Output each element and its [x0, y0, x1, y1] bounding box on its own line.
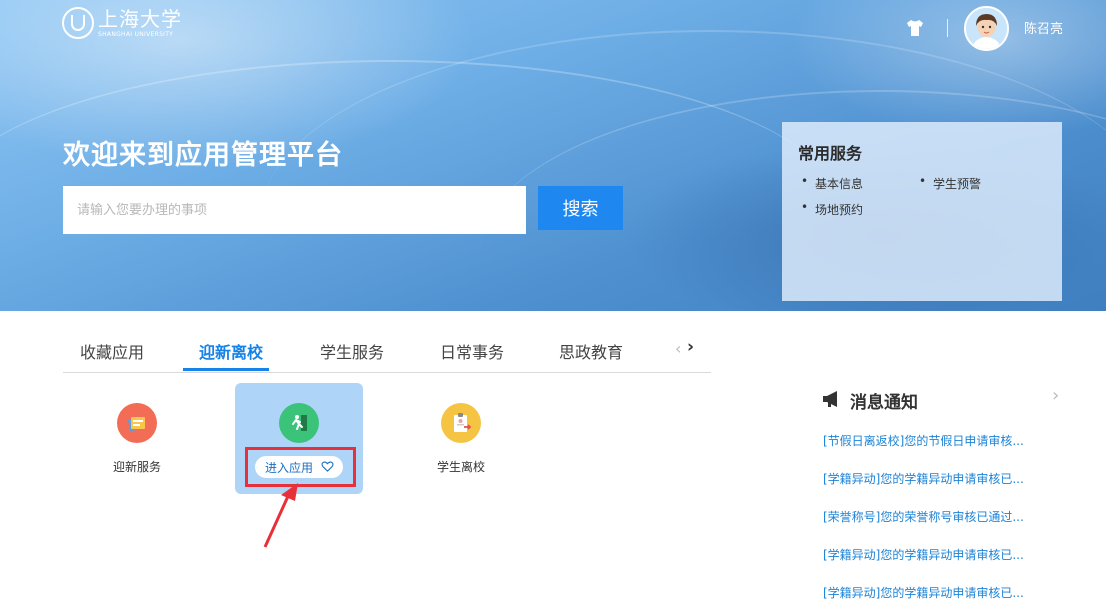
shirt-icon[interactable]	[905, 18, 925, 38]
avatar[interactable]	[964, 6, 1009, 51]
clipboard-exit-icon	[441, 403, 481, 443]
search-button[interactable]: 搜索	[538, 186, 623, 230]
news-item[interactable]: [学籍异动]您的学籍异动申请审核已...	[823, 470, 1063, 487]
category-tabs: 收藏应用 迎新离校 学生服务 日常事务 思政教育 ‹ ›	[63, 330, 711, 373]
app-student-departure[interactable]: 学生离校	[397, 383, 525, 494]
app-enrollment-service[interactable]: 迎新服务	[73, 383, 201, 494]
header-divider	[947, 19, 948, 37]
tab-ideological-education[interactable]: 思政教育	[559, 339, 623, 363]
university-emblem-icon	[62, 7, 94, 39]
news-item[interactable]: [节假日离返校]您的节假日申请审核...	[823, 432, 1063, 449]
tabs-next-icon[interactable]: ›	[687, 337, 694, 357]
news-more-icon[interactable]: ›	[1052, 385, 1059, 406]
running-exit-icon	[279, 403, 319, 443]
page-title: 欢迎来到应用管理平台	[63, 140, 343, 171]
user-avatar-icon	[966, 8, 1007, 49]
megaphone-icon	[823, 391, 837, 407]
hero-banner: 上海大学 SHANGHAI UNIVERSITY 陈召亮 欢迎来到应用管理平台 …	[0, 0, 1106, 311]
app-label: 迎新服务	[112, 460, 161, 474]
common-service-student-warning[interactable]: 学生预警	[919, 174, 981, 192]
news-item[interactable]: [学籍异动]您的学籍异动申请审核已...	[823, 584, 1063, 601]
tabs-prev-icon[interactable]: ‹	[675, 339, 681, 358]
logo-chinese-name: 上海大学	[98, 6, 182, 31]
tab-daily-affairs[interactable]: 日常事务	[440, 339, 504, 363]
university-logo[interactable]: 上海大学 SHANGHAI UNIVERSITY	[62, 4, 182, 42]
user-name[interactable]: 陈召亮	[1024, 18, 1063, 37]
tab-enrollment-departure[interactable]: 迎新离校	[199, 339, 263, 363]
tab-favorites[interactable]: 收藏应用	[80, 339, 144, 363]
logo-english-name: SHANGHAI UNIVERSITY	[98, 30, 174, 38]
news-item[interactable]: [学籍异动]您的学籍异动申请审核已...	[823, 546, 1063, 563]
annotation-arrow-icon	[263, 483, 298, 548]
common-service-venue-booking[interactable]: 场地预约	[801, 200, 863, 218]
search-input[interactable]	[63, 186, 526, 234]
document-stack-icon	[117, 403, 157, 443]
common-services-panel: 常用服务 基本信息 学生预警 场地预约	[782, 122, 1062, 301]
news-title: 消息通知	[850, 393, 918, 413]
common-service-basic-info[interactable]: 基本信息	[801, 174, 863, 192]
common-services-title: 常用服务	[798, 144, 863, 163]
news-item[interactable]: [荣誉称号]您的荣誉称号审核已通过...	[823, 508, 1063, 525]
active-tab-indicator	[183, 368, 269, 371]
app-label: 学生离校	[436, 460, 485, 474]
tab-student-services[interactable]: 学生服务	[320, 339, 384, 363]
